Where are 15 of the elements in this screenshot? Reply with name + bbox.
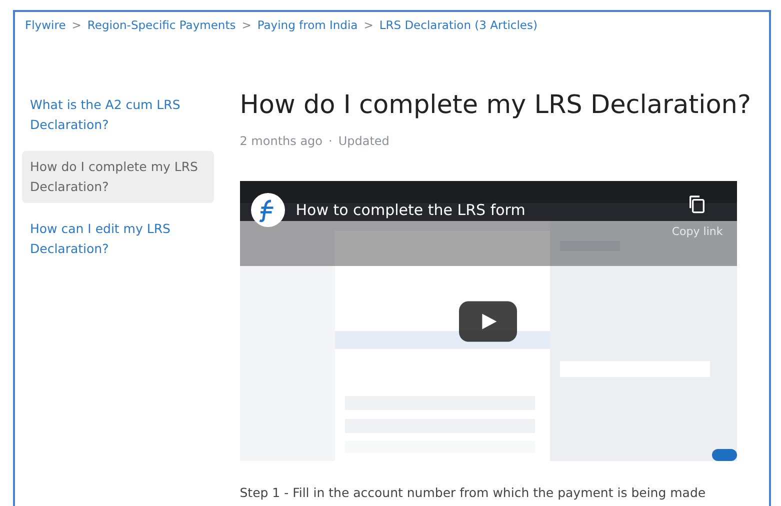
article-title: How do I complete my LRS Declaration? <box>240 89 752 121</box>
step-text: Step 1 - Fill in the account number from which the payment is being made <box>240 485 707 500</box>
article-status: Updated <box>338 134 390 148</box>
meta-separator: · <box>328 134 332 148</box>
breadcrumb-link[interactable]: LRS Declaration (3 Articles) <box>379 18 538 32</box>
breadcrumb-link[interactable]: Paying from India <box>257 18 358 32</box>
sidebar-item[interactable]: How do I complete my LRS Declaration? <box>22 151 214 203</box>
sidebar-item[interactable]: How can I edit my LRS Declaration? <box>22 213 214 265</box>
sidebar-item[interactable]: What is the A2 cum LRS Declaration? <box>22 89 214 141</box>
article-age: 2 months ago <box>240 134 323 148</box>
breadcrumb-separator: > <box>72 18 82 32</box>
breadcrumb-link[interactable]: Flywire <box>25 18 66 32</box>
breadcrumb-link[interactable]: Region-Specific Payments <box>87 18 236 32</box>
breadcrumb-separator: > <box>364 18 374 32</box>
breadcrumb-separator: > <box>242 18 252 32</box>
